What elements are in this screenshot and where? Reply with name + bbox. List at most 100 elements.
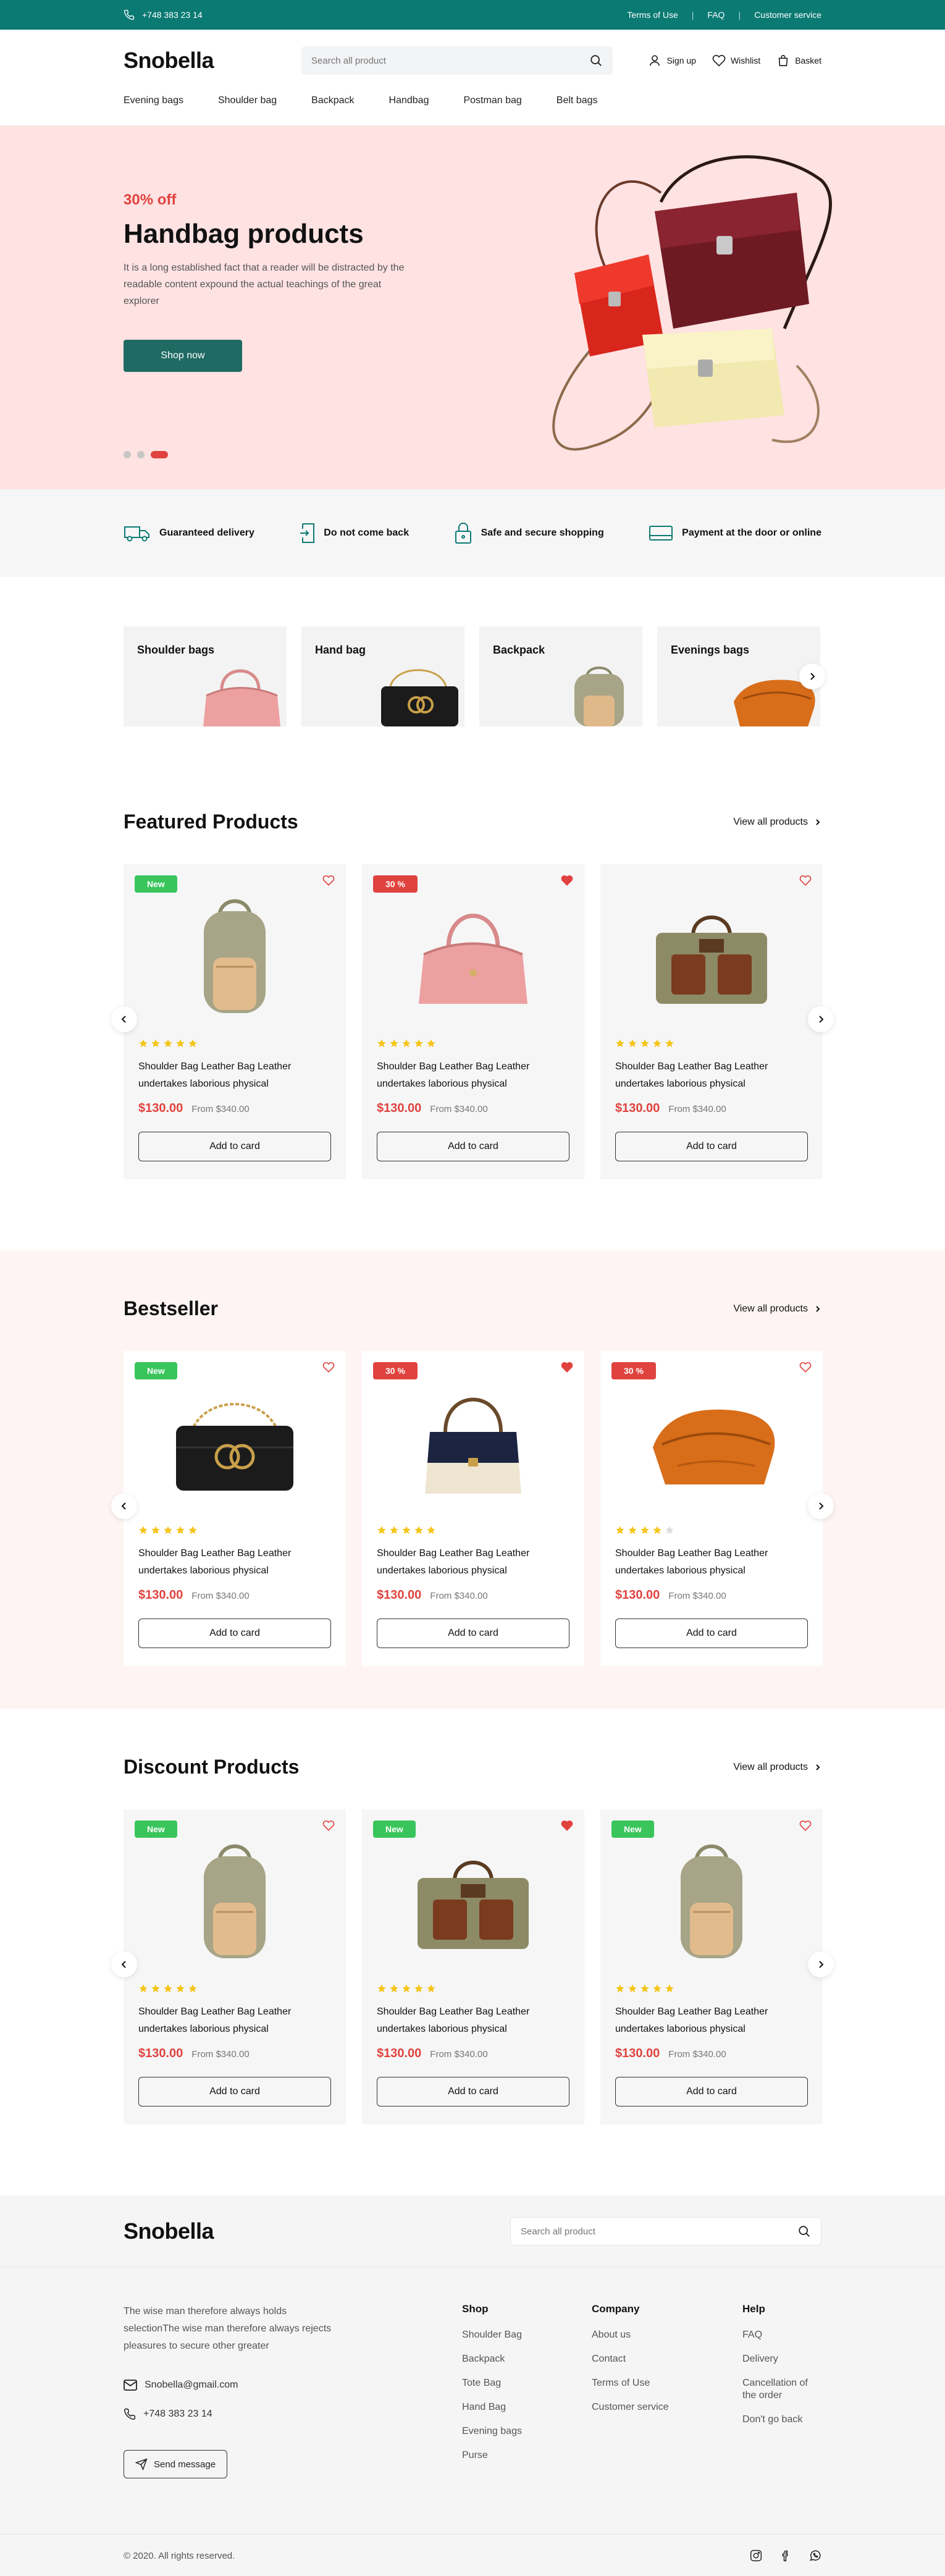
customer-service-link[interactable]: Customer service [754,10,821,20]
nav-belt-bags[interactable]: Belt bags [556,95,598,106]
star-icon [175,1984,185,1993]
heart-icon[interactable] [322,875,335,886]
terms-link[interactable]: Terms of Use [627,10,678,20]
product-name[interactable]: Shoulder Bag Leather Bag Leather underta… [138,2003,331,2038]
product-card[interactable]: New Shoulder Bag Leather Bag Leather und… [124,1809,346,2124]
footer-link[interactable]: Evening bags [462,2425,592,2438]
product-name[interactable]: Shoulder Bag Leather Bag Leather underta… [615,1058,808,1093]
product-name[interactable]: Shoulder Bag Leather Bag Leather underta… [615,1545,808,1580]
chevron-right-icon [814,1305,821,1313]
carousel-prev-button[interactable] [111,1951,137,1977]
nav-handbag[interactable]: Handbag [389,95,429,106]
facebook-icon[interactable] [779,2549,792,2562]
carousel-prev-button[interactable] [111,1493,137,1519]
add-to-cart-button[interactable]: Add to card [138,1618,331,1648]
product-name[interactable]: Shoulder Bag Leather Bag Leather underta… [377,1058,569,1093]
category-card-hand-bag[interactable]: Hand bag [301,626,464,726]
footer-email[interactable]: Snobella@gmail.com [124,2380,462,2391]
heart-icon[interactable] [322,1820,335,1832]
view-all-products-link[interactable]: View all products [733,817,821,828]
view-all-products-link[interactable]: View all products [733,1762,821,1773]
footer-link[interactable]: Tote Bag [462,2377,592,2389]
footer-link[interactable]: Backpack [462,2353,592,2365]
truck-icon [124,524,151,542]
whatsapp-icon[interactable] [809,2549,821,2562]
footer-phone[interactable]: +748 383 23 14 [124,2408,462,2420]
logo[interactable]: Snobella [124,48,214,74]
category-next-button[interactable] [799,663,825,689]
product-image[interactable] [615,864,808,1026]
heart-icon[interactable] [561,1362,573,1373]
product-name[interactable]: Shoulder Bag Leather Bag Leather underta… [377,2003,569,2038]
carousel-next-button[interactable] [808,1951,834,1977]
footer-link[interactable]: Contact [592,2353,742,2365]
add-to-cart-button[interactable]: Add to card [615,1132,808,1161]
carousel-next-button[interactable] [808,1493,834,1519]
footer-link[interactable]: FAQ [742,2329,823,2341]
product-card[interactable]: New Shoulder Bag Leather Bag Leather und… [124,1351,346,1666]
shop-now-button[interactable]: Shop now [124,340,242,372]
carousel-next-button[interactable] [808,1006,834,1032]
footer-link[interactable]: Cancellation of the order [742,2377,823,2402]
product-card[interactable]: Shoulder Bag Leather Bag Leather underta… [600,864,823,1179]
footer-link[interactable]: Delivery [742,2353,823,2365]
separator: | [738,10,741,20]
carousel-dot-active[interactable] [151,451,168,458]
product-name[interactable]: Shoulder Bag Leather Bag Leather underta… [615,2003,808,2038]
product-card[interactable]: New Shoulder Bag Leather Bag Leather und… [124,864,346,1179]
faq-link[interactable]: FAQ [707,10,724,20]
heart-icon[interactable] [799,1362,812,1373]
footer-link[interactable]: Purse [462,2449,592,2462]
nav-postman-bag[interactable]: Postman bag [463,95,521,106]
product-name[interactable]: Shoulder Bag Leather Bag Leather underta… [138,1058,331,1093]
heart-icon[interactable] [561,1820,573,1832]
topbar-phone[interactable]: +748 383 23 14 [142,10,203,20]
footer-link[interactable]: Customer service [592,2401,742,2414]
add-to-cart-button[interactable]: Add to card [377,1618,569,1648]
wishlist-button[interactable]: Wishlist [712,54,760,67]
send-message-button[interactable]: Send message [124,2450,228,2478]
product-name[interactable]: Shoulder Bag Leather Bag Leather underta… [138,1545,331,1580]
sign-up-button[interactable]: Sign up [648,54,696,67]
category-card-evenings-bags[interactable]: Evenings bags [657,626,820,726]
carousel-dot[interactable] [124,451,131,458]
product-card[interactable]: New Shoulder Bag Leather Bag Leather und… [362,1809,584,2124]
search-icon[interactable] [797,2225,811,2238]
heart-icon[interactable] [561,875,573,886]
heart-icon[interactable] [799,875,812,886]
add-to-cart-button[interactable]: Add to card [615,2077,808,2107]
instagram-icon[interactable] [750,2549,762,2562]
search-input[interactable] [311,55,559,66]
footer-link[interactable]: About us [592,2329,742,2341]
category-card-shoulder-bags[interactable]: Shoulder bags [124,626,287,726]
add-to-cart-button[interactable]: Add to card [377,2077,569,2107]
product-card[interactable]: 30 % Shoulder Bag Leather Bag Leather un… [600,1351,823,1666]
view-all-products-link[interactable]: View all products [733,1303,821,1315]
nav-shoulder-bag[interactable]: Shoulder bag [218,95,277,106]
carousel-dot[interactable] [137,451,145,458]
footer-link[interactable]: Don't go back [742,2414,823,2426]
add-to-cart-button[interactable]: Add to card [138,1132,331,1161]
add-to-cart-button[interactable]: Add to card [615,1618,808,1648]
product-name[interactable]: Shoulder Bag Leather Bag Leather underta… [377,1545,569,1580]
basket-button[interactable]: Basket [776,54,821,67]
carousel-prev-button[interactable] [111,1006,137,1032]
nav-backpack[interactable]: Backpack [311,95,354,106]
add-to-cart-button[interactable]: Add to card [377,1132,569,1161]
heart-icon[interactable] [322,1362,335,1373]
hero-title: Handbag products [124,219,364,249]
product-card[interactable]: 30 % Shoulder Bag Leather Bag Leather un… [362,1351,584,1666]
product-card[interactable]: New Shoulder Bag Leather Bag Leather und… [600,1809,823,2124]
category-card-backpack[interactable]: Backpack [479,626,642,726]
view-all-label: View all products [733,1761,808,1772]
nav-evening-bags[interactable]: Evening bags [124,95,183,106]
footer-link[interactable]: Terms of Use [592,2377,742,2389]
heart-icon[interactable] [799,1820,812,1832]
footer-search-input[interactable] [521,2226,768,2237]
footer-link[interactable]: Hand Bag [462,2401,592,2414]
product-card[interactable]: 30 % Shoulder Bag Leather Bag Leather un… [362,864,584,1179]
footer-link[interactable]: Shoulder Bag [462,2329,592,2341]
footer-logo[interactable]: Snobella [124,2218,214,2244]
add-to-cart-button[interactable]: Add to card [138,2077,331,2107]
search-icon[interactable] [589,54,603,67]
